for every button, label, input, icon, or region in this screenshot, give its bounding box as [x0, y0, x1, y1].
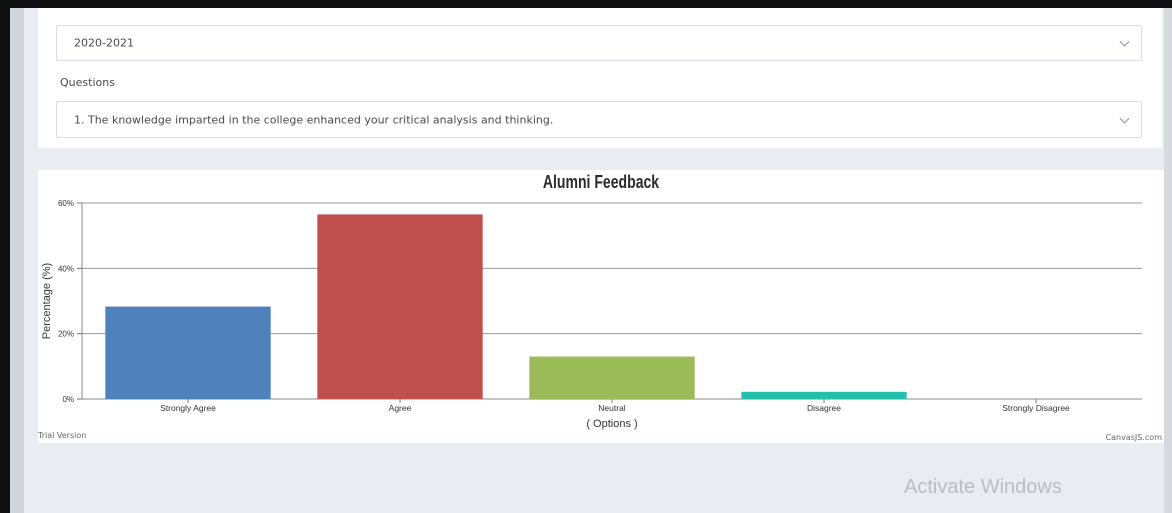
- y-tick-label: 60%: [58, 199, 74, 208]
- bar-chart: 0% 20% 40% 60% Strongly Agree Agree Neutral Dis…: [41, 199, 1142, 430]
- y-tick-label: 0%: [62, 395, 74, 404]
- trial-version-watermark: Trial Version: [38, 431, 87, 440]
- x-axis-title: ( Options ): [586, 418, 637, 430]
- chevron-down-icon: [1119, 113, 1130, 124]
- y-axis-title: Percentage (%): [41, 263, 53, 339]
- bar: [317, 214, 483, 399]
- question-select[interactable]: 1. The knowledge imparted in the college…: [56, 101, 1142, 138]
- bar: [529, 356, 695, 399]
- window-top-frame: [0, 0, 1172, 8]
- question-select-value: 1. The knowledge imparted in the college…: [74, 113, 554, 126]
- x-tick-label: Strongly Disagree: [1002, 403, 1070, 413]
- window-right-frame: [1164, 8, 1172, 513]
- window-left-frame: [0, 0, 10, 513]
- x-tick-label: Strongly Agree: [160, 403, 216, 413]
- year-select[interactable]: 2020-2021: [56, 25, 1142, 61]
- y-tick-label: 40%: [58, 264, 74, 273]
- chevron-down-icon: [1119, 36, 1130, 47]
- y-tick-label: 20%: [58, 330, 74, 339]
- activate-windows-watermark: Activate Windows: [904, 476, 1062, 498]
- x-tick-label: Neutral: [598, 403, 626, 413]
- canvasjs-credit-link[interactable]: CanvasJS.com: [1106, 433, 1162, 442]
- bar: [741, 391, 907, 399]
- questions-label: Questions: [60, 76, 115, 89]
- chart-panel: Alumni Feedback 0% 20% 40% 60% Strongly Agre…: [38, 170, 1164, 443]
- bar: [105, 306, 271, 399]
- filter-card: 2020-2021 Questions 1. The knowledge imp…: [38, 8, 1162, 148]
- year-select-value: 2020-2021: [74, 36, 134, 50]
- x-tick-label: Disagree: [807, 403, 841, 413]
- left-sidebar-strip: [10, 8, 24, 513]
- x-tick-label: Agree: [389, 403, 412, 413]
